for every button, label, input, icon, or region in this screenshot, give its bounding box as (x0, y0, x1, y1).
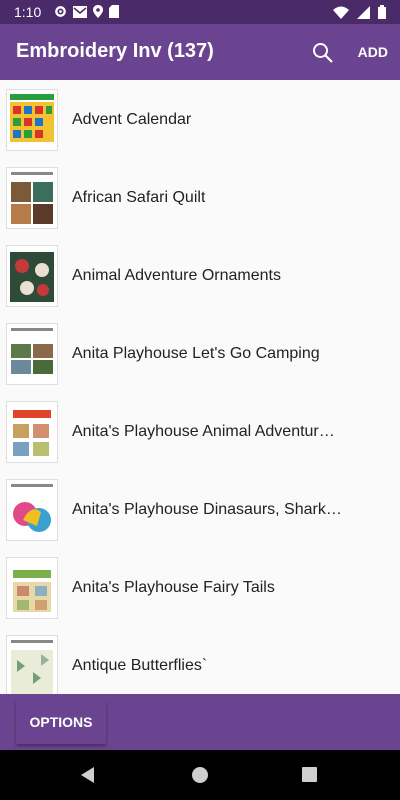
item-thumbnail (6, 479, 58, 541)
home-icon[interactable] (192, 767, 208, 783)
options-button[interactable]: OPTIONS (16, 700, 106, 744)
signal-icon (357, 5, 370, 19)
list-item[interactable]: African Safari Quilt (0, 158, 400, 236)
item-thumbnail (6, 245, 58, 307)
settings-icon (55, 6, 66, 17)
item-thumbnail (6, 635, 58, 694)
item-thumbnail (6, 89, 58, 151)
inventory-list[interactable]: Advent Calendar African Safari Quilt Ani… (0, 80, 400, 694)
list-item[interactable]: Anita Playhouse Let's Go Camping (0, 314, 400, 392)
location-icon (93, 5, 103, 18)
status-time: 1:10 (14, 4, 42, 20)
item-label: Advent Calendar (72, 111, 192, 128)
item-thumbnail (6, 557, 58, 619)
battery-icon (378, 5, 386, 19)
system-nav-bar (0, 750, 400, 800)
search-icon (313, 43, 333, 63)
list-item[interactable]: Anita's Playhouse Dinasaurs, Shark… (0, 470, 400, 548)
list-item[interactable]: Anita's Playhouse Fairy Tails (0, 548, 400, 626)
item-label: Anita's Playhouse Animal Adventur… (72, 423, 335, 440)
mail-icon (73, 5, 87, 18)
back-icon[interactable] (80, 766, 96, 784)
list-item[interactable]: Anita's Playhouse Animal Adventur… (0, 392, 400, 470)
item-label: Anita's Playhouse Dinasaurs, Shark… (72, 501, 342, 518)
sd-card-icon (109, 5, 119, 18)
item-thumbnail (6, 401, 58, 463)
item-thumbnail (6, 167, 58, 229)
status-bar: 1:10 (0, 0, 400, 24)
app-title: Embroidery Inv (137) (16, 40, 214, 62)
item-label: Anita Playhouse Let's Go Camping (72, 345, 320, 362)
item-label: Animal Adventure Ornaments (72, 267, 281, 284)
list-item[interactable]: Animal Adventure Ornaments (0, 236, 400, 314)
item-thumbnail (6, 323, 58, 385)
recents-icon[interactable] (302, 767, 317, 782)
item-label: Antique Butterflies` (72, 657, 208, 674)
bottom-bar: OPTIONS (0, 694, 400, 750)
item-label: African Safari Quilt (72, 189, 206, 206)
wifi-icon (333, 6, 349, 19)
add-button[interactable]: ADD (358, 44, 388, 60)
search-button[interactable] (310, 40, 336, 66)
list-item[interactable]: Antique Butterflies` (0, 626, 400, 694)
list-item[interactable]: Advent Calendar (0, 80, 400, 158)
app-bar: Embroidery Inv (137) ADD (0, 24, 400, 80)
item-label: Anita's Playhouse Fairy Tails (72, 579, 275, 596)
